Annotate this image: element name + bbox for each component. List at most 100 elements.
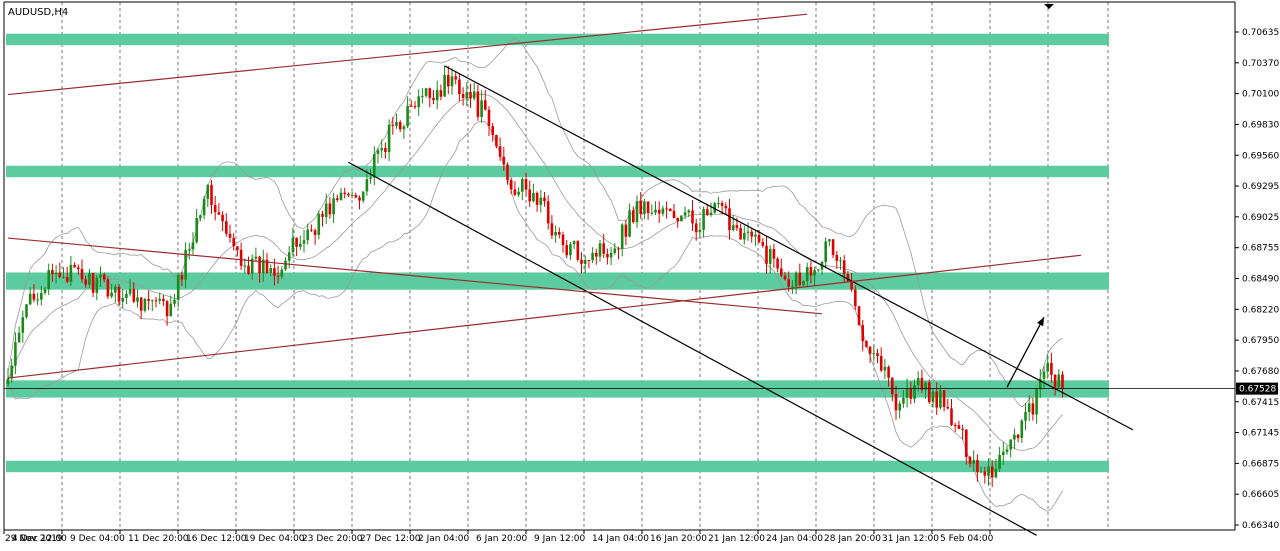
- candle-bear: [513, 189, 517, 195]
- candle-bull: [683, 212, 687, 216]
- candle-bear: [928, 382, 931, 403]
- candle-bull: [687, 210, 691, 213]
- candle-bull: [802, 281, 805, 286]
- candle-bear: [476, 91, 480, 117]
- candle-bull: [1002, 451, 1005, 455]
- candle-bull: [151, 300, 154, 302]
- candle-bear: [1053, 374, 1057, 388]
- candle-bear: [720, 203, 724, 206]
- candle-bull: [14, 342, 17, 366]
- candle-bear: [343, 192, 346, 194]
- candle-bear: [461, 93, 465, 98]
- x-tick-label: 9 Jan 12:00: [534, 534, 586, 544]
- candle-bull: [299, 243, 302, 247]
- candle-bull: [768, 249, 772, 264]
- candle-bear: [1050, 362, 1053, 375]
- y-tick-label: 0.69560: [1242, 151, 1279, 161]
- candle-bear: [410, 105, 413, 107]
- candle-bull: [43, 288, 47, 293]
- candle-bear: [842, 260, 846, 275]
- x-tick-label: 9 Dec 04:00: [70, 534, 125, 544]
- candle-bear: [968, 456, 972, 464]
- chart-window[interactable]: 0.67528 29 Nov 2019 4 Dec 12:00 9 Dec 04:0…: [0, 0, 1280, 551]
- candle-bear: [887, 366, 890, 378]
- candle-bull: [743, 232, 746, 240]
- candle-bull: [339, 192, 343, 200]
- candle-bull: [206, 184, 210, 199]
- x-tick-label: 16 Jan 20:00: [650, 534, 707, 544]
- candle-bear: [861, 325, 864, 342]
- candle-bear: [180, 275, 184, 280]
- candle-bear: [454, 76, 457, 80]
- candle-bull: [905, 388, 909, 398]
- candle-bull: [883, 366, 887, 371]
- candle-bull: [188, 249, 191, 251]
- candle-bear: [221, 214, 224, 222]
- candle-bear: [957, 425, 961, 429]
- candle-bear: [295, 237, 298, 247]
- candle-bear: [276, 275, 280, 277]
- candle-bear: [535, 192, 539, 205]
- candle-bear: [77, 267, 80, 270]
- candle-bull: [709, 212, 713, 215]
- candle-bull: [591, 252, 594, 261]
- candle-bull: [25, 304, 28, 318]
- candle-bull: [361, 191, 365, 201]
- candle-bear: [439, 90, 443, 97]
- candle-bull: [1013, 434, 1016, 440]
- candle-bear: [953, 425, 957, 427]
- candle-bear: [51, 270, 54, 275]
- candle-bear: [354, 195, 358, 198]
- y-tick-label: 0.67415: [1242, 398, 1279, 408]
- candle-bear: [983, 471, 987, 476]
- candle-bear: [398, 122, 402, 130]
- candle-bear: [1031, 403, 1035, 415]
- candle-bear: [321, 213, 324, 217]
- candle-bear: [391, 124, 395, 126]
- candle-bull: [95, 277, 99, 293]
- candle-bear: [576, 241, 580, 260]
- candle-bear: [210, 184, 213, 205]
- candle-bear: [850, 281, 853, 290]
- candle-bear: [990, 466, 994, 478]
- candle-bull: [872, 353, 876, 355]
- x-tick-label: 2 Jan 04:00: [418, 534, 470, 544]
- candle-bear: [724, 205, 728, 209]
- candle-bear: [835, 254, 839, 261]
- candle-bear: [646, 201, 650, 214]
- candle-bull: [1035, 389, 1038, 415]
- y-tick-label: 0.69295: [1242, 182, 1279, 192]
- candle-bull: [88, 273, 91, 285]
- candle-bear: [428, 88, 432, 98]
- candle-bear: [606, 253, 609, 258]
- candle-bull: [972, 459, 975, 464]
- x-tick-label: 5 Feb 04:00: [940, 534, 994, 544]
- candle-bull: [1009, 439, 1012, 450]
- candle-bear: [565, 245, 568, 256]
- candle-bear: [669, 208, 672, 212]
- candle-bear: [487, 109, 491, 127]
- x-tick-label: 31 Jan 12:00: [882, 534, 939, 544]
- zone-rectangle[interactable]: [6, 165, 1109, 178]
- candle-bull: [654, 209, 657, 213]
- candle-bear: [528, 189, 531, 202]
- candle-bear: [558, 232, 561, 235]
- candle-bear: [484, 100, 487, 110]
- chart-canvas[interactable]: 0.67528 29 Nov 20194 Dec 12:00 9 Dec 04:0…: [0, 0, 1280, 551]
- candle-bear: [147, 299, 150, 302]
- candle-bull: [125, 293, 128, 298]
- candle-bull: [717, 203, 720, 205]
- candle-bear: [154, 300, 158, 302]
- candle-bear: [498, 146, 502, 157]
- zone-rectangle[interactable]: [6, 460, 1109, 473]
- candle-bull: [902, 397, 905, 404]
- candle-bull: [635, 201, 639, 223]
- candle-bull: [373, 153, 376, 178]
- y-tick-label: 0.69025: [1242, 213, 1279, 223]
- candle-bear: [80, 269, 84, 280]
- candle-bear: [780, 268, 783, 276]
- candle-bull: [17, 332, 21, 343]
- candle-bear: [657, 209, 661, 214]
- candle-bull: [191, 242, 195, 250]
- candle-bear: [524, 178, 528, 190]
